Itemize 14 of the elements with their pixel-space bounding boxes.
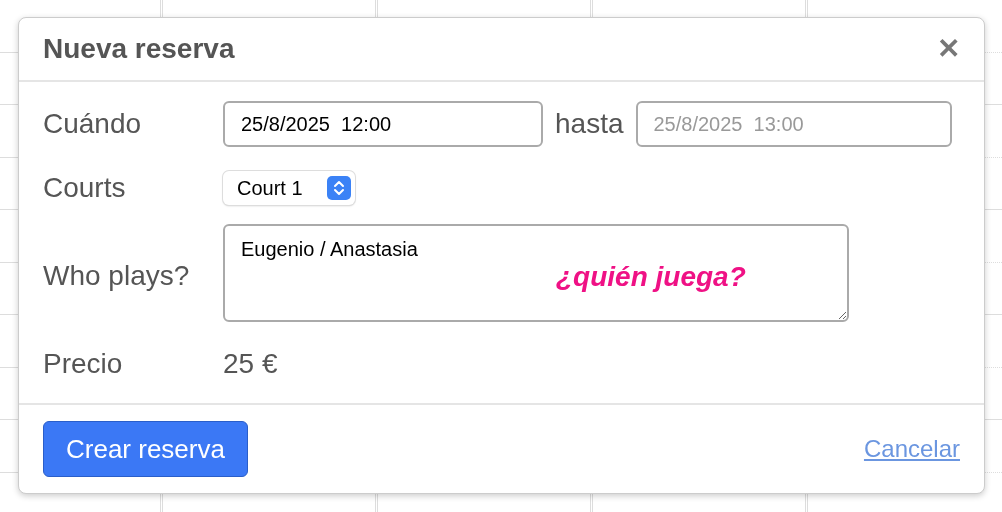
updown-chevron-icon <box>326 176 351 200</box>
end-time-field[interactable]: 25/8/2025 13:00 <box>635 101 952 147</box>
price-value: 25 € <box>223 347 278 381</box>
close-button[interactable]: ✕ <box>937 28 960 70</box>
until-label: hasta <box>555 107 624 141</box>
start-time-field[interactable]: 25/8/2025 12:00 <box>223 101 543 147</box>
create-booking-button[interactable]: Crear reserva <box>43 421 248 477</box>
court-select[interactable]: Court 1 <box>223 171 355 205</box>
field-label: Who plays? <box>43 259 191 293</box>
field-label: Precio <box>43 347 124 381</box>
dialog-title: Nueva reserva <box>43 32 235 66</box>
field-label: Cuándo <box>43 107 143 141</box>
annotation-text: ¿quién juega? <box>556 259 746 294</box>
field-label: Courts <box>43 171 127 205</box>
